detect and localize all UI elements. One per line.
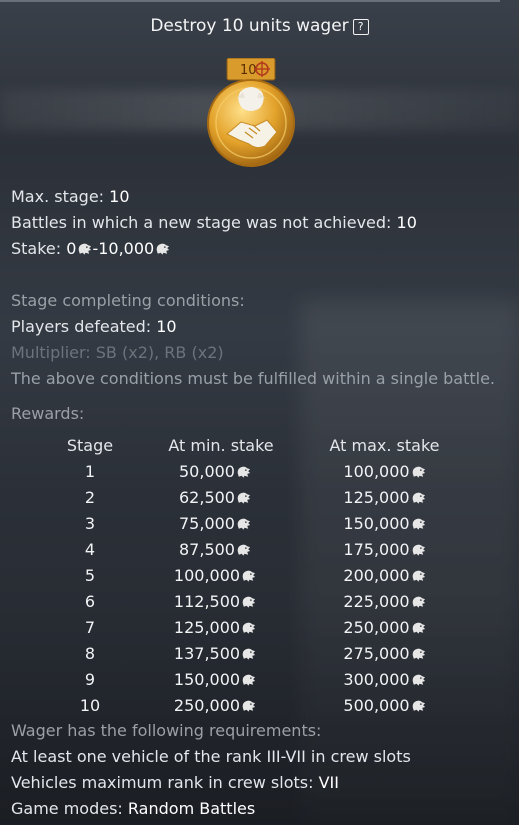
requirements-header: Wager has the following requirements: [11,721,322,740]
column-header-stage: Stage [66,435,114,455]
stake-max: 10,000 [98,239,155,258]
lion-icon [412,674,425,686]
lion-icon [412,544,425,556]
reward-row: 1 50,000 100,000 [40,458,467,484]
max-stage-label: Max. stage: [11,187,110,206]
stake-min: 0 [66,239,77,258]
max-stake-cell: 500,000 [302,692,467,718]
rewards-header-row: Stage At min. stake At max. stake [40,432,467,458]
max-stake-cell: 250,000 [302,614,467,640]
reward-row: 3 75,000 150,000 [40,510,467,536]
max-rank-row: Vehicles maximum rank in crew slots: VII [11,773,339,792]
column-header-min: At min. stake [168,435,274,455]
players-row: Players defeated: 10 [11,317,177,336]
min-stake-cell: 125,000 [140,614,302,640]
max-stake-cell: 175,000 [302,536,467,562]
lion-icon [412,648,425,660]
reward-row: 6 112,500 225,000 [40,588,467,614]
lion-icon [237,466,251,478]
min-stake-cell: 100,000 [140,562,302,588]
reward-row: 10 250,000 500,000 [40,692,467,718]
stage-cell: 2 [84,487,96,507]
stake-label: Stake: [11,239,67,258]
lion-icon [237,544,251,556]
stage-cell: 9 [84,669,96,689]
rewards-header: Rewards: [11,404,85,423]
reward-row: 4 87,500 175,000 [40,536,467,562]
min-stake-cell: 250,000 [140,692,302,718]
multiplier-text: Multiplier: SB (x2), RB (x2) [11,343,224,362]
min-stake-cell: 62,500 [140,484,302,510]
stage-cell: 7 [84,617,96,637]
wager-title: Destroy 10 units wager? [0,16,519,36]
handshake-medal-icon: 10 [207,58,295,167]
stage-cell: 3 [84,513,96,533]
rank-requirement: At least one vehicle of the rank III-VII… [11,747,411,766]
stake-row: Stake: 0 -10,000 [11,239,170,258]
reward-row: 8 137,500 275,000 [40,640,467,666]
max-stake-cell: 150,000 [302,510,467,536]
lion-icon [242,622,256,634]
lion-icon [412,492,425,504]
min-stake-cell: 50,000 [140,458,302,484]
players-value: 10 [156,317,177,336]
max-stake-cell: 100,000 [302,458,467,484]
battles-row: Battles in which a new stage was not ach… [11,213,417,232]
max-stake-cell: 300,000 [302,666,467,692]
lion-icon [412,700,425,712]
lion-icon [412,518,425,530]
max-stake-cell: 200,000 [302,562,467,588]
lion-icon [412,622,425,634]
conditions-header: Stage completing conditions: [11,291,245,310]
battles-value: 10 [396,213,417,232]
max-stage-value: 10 [109,187,130,206]
max-stake-cell: 125,000 [302,484,467,510]
max-rank-label: Vehicles maximum rank in crew slots: [11,773,319,792]
lion-icon [237,492,251,504]
min-stake-cell: 75,000 [140,510,302,536]
game-modes-value: Random Battles [127,799,256,818]
lion-icon [412,570,425,582]
stage-cell: 4 [84,539,96,559]
stage-cell: 5 [84,565,96,585]
conditions-note: The above conditions must be fulfilled w… [11,369,496,388]
game-modes-row: Game modes: Random Battles [11,799,255,818]
stage-cell: 6 [84,591,96,611]
stage-cell: 8 [84,643,96,663]
min-stake-cell: 112,500 [140,588,302,614]
max-stage-row: Max. stage: 10 [11,187,130,206]
stage-cell: 10 [79,695,101,715]
max-stake-cell: 275,000 [302,640,467,666]
badge-number: 10 [240,63,257,78]
players-label: Players defeated: [11,317,157,336]
game-modes-label: Game modes: [11,799,128,818]
reward-row: 5 100,000 200,000 [40,562,467,588]
lion-icon [242,648,256,660]
top-divider [0,0,500,2]
column-header-max: At max. stake [329,435,440,455]
min-stake-cell: 137,500 [140,640,302,666]
min-stake-cell: 87,500 [140,536,302,562]
battles-label: Battles in which a new stage was not ach… [11,213,397,232]
question-box-icon[interactable]: ? [352,19,369,35]
rewards-table: Stage At min. stake At max. stake 1 50,00… [40,432,467,718]
stage-cell: 1 [84,461,96,481]
lion-icon [156,243,170,255]
max-stake-cell: 225,000 [302,588,467,614]
lion-icon [242,596,256,608]
max-rank-value: VII [318,773,339,792]
lion-icon [79,243,92,255]
title-text: Destroy 10 units wager [150,16,349,36]
lion-icon [242,570,256,582]
reward-row: 2 62,500 125,000 [40,484,467,510]
min-stake-cell: 150,000 [140,666,302,692]
lion-icon [412,466,425,478]
reward-row: 7 125,000 250,000 [40,614,467,640]
lion-icon [242,700,256,712]
lion-icon [237,518,251,530]
reward-row: 9 150,000 300,000 [40,666,467,692]
lion-icon [412,596,425,608]
lion-icon [242,674,256,686]
